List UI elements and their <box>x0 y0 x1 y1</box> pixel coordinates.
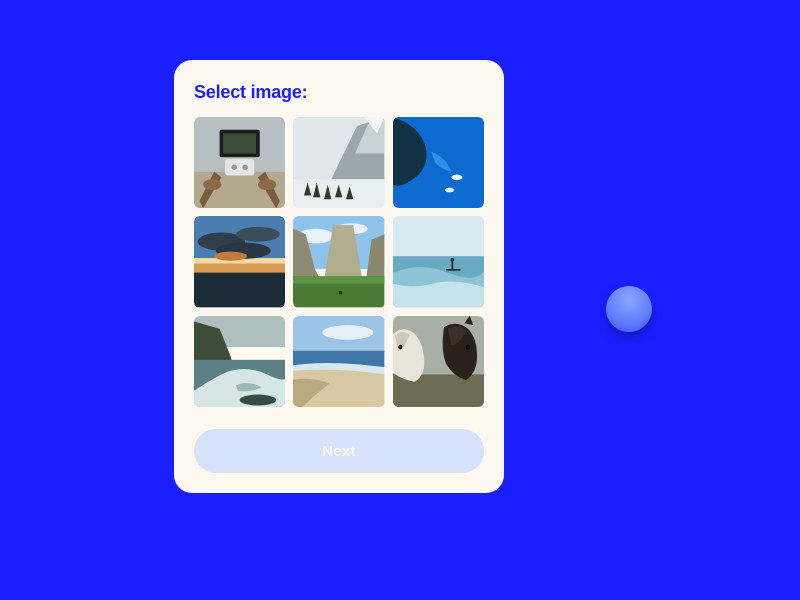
image-picker-card: Select image: <box>174 60 504 493</box>
image-option-drone-pov[interactable] <box>194 117 285 208</box>
blue-bay-icon <box>393 117 484 208</box>
image-option-surfer-wave[interactable] <box>393 216 484 307</box>
horses-icon <box>393 316 484 407</box>
image-option-blue-bay[interactable] <box>393 117 484 208</box>
decorative-bubble <box>606 286 652 332</box>
rocky-shore-icon <box>194 316 285 407</box>
snow-mountain-icon <box>293 117 384 208</box>
image-option-horses[interactable] <box>393 316 484 407</box>
card-title: Select image: <box>194 82 484 103</box>
image-option-valley-cliffs[interactable] <box>293 216 384 307</box>
next-button[interactable]: Next <box>194 429 484 473</box>
image-option-sandy-beach[interactable] <box>293 316 384 407</box>
image-grid <box>194 117 484 407</box>
surfer-wave-icon <box>393 216 484 307</box>
valley-cliffs-icon <box>293 216 384 307</box>
image-option-rocky-shore[interactable] <box>194 316 285 407</box>
sunset-clouds-icon <box>194 216 285 307</box>
drone-pov-icon <box>194 117 285 208</box>
sandy-beach-icon <box>293 316 384 407</box>
image-option-sunset-clouds[interactable] <box>194 216 285 307</box>
image-option-snow-mountain[interactable] <box>293 117 384 208</box>
